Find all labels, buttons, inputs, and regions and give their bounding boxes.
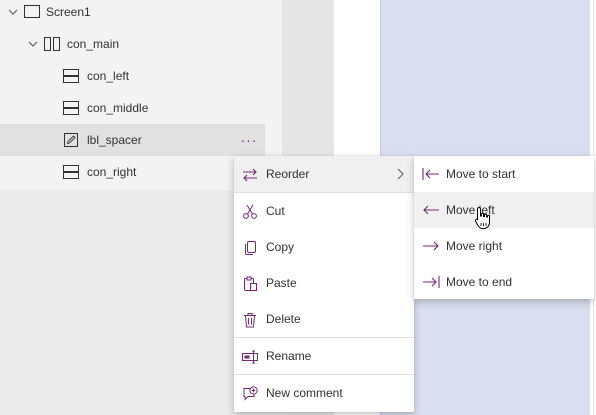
tree-item-screen1[interactable]: Screen1: [0, 0, 282, 28]
submenu-item-label: Move to end: [446, 275, 513, 289]
menu-item-label: Paste: [266, 276, 297, 290]
tree-item-con-middle[interactable]: con_middle: [0, 92, 282, 124]
submenu-item-move-right[interactable]: Move right: [414, 228, 594, 264]
move-left-icon: [423, 205, 439, 215]
reorder-icon: [243, 168, 257, 182]
move-to-end-icon: [423, 276, 440, 288]
submenu-item-label: Move right: [446, 239, 503, 253]
menu-item-paste[interactable]: Paste: [234, 265, 414, 301]
menu-item-new-comment[interactable]: New comment: [234, 375, 414, 411]
menu-item-label: Copy: [266, 240, 295, 254]
reorder-submenu: Move to start Move left Move right Move …: [414, 156, 594, 299]
tree-item-lbl-spacer[interactable]: lbl_spacer: [0, 124, 265, 156]
tree-item-label: lbl_spacer: [87, 133, 142, 147]
menu-item-label: Cut: [266, 204, 285, 218]
move-to-start-icon: [422, 168, 439, 180]
menu-item-label: Delete: [266, 312, 301, 326]
comment-add-icon: [243, 386, 258, 401]
submenu-item-move-to-start[interactable]: Move to start: [414, 156, 594, 192]
tree-item-label: con_right: [87, 165, 137, 179]
tree-item-label: Screen1: [46, 5, 91, 19]
delete-icon: [244, 313, 256, 328]
chevron-down-icon[interactable]: [27, 38, 39, 50]
horizontal-container-icon: [44, 37, 60, 51]
menu-item-reorder[interactable]: Reorder: [234, 156, 414, 192]
hand-cursor-icon: [474, 206, 490, 229]
paste-icon: [244, 276, 257, 291]
tree-item-label: con_left: [87, 69, 130, 83]
vertical-container-icon: [63, 69, 79, 83]
tree-item-con-main[interactable]: con_main: [0, 28, 282, 60]
context-menu: Reorder Cut Copy Paste Delete Rename New…: [234, 156, 414, 412]
submenu-item-move-left[interactable]: Move left: [414, 192, 594, 228]
tree-item-label: con_main: [67, 37, 120, 51]
more-options-button[interactable]: ···: [233, 124, 265, 156]
menu-item-delete[interactable]: Delete: [234, 301, 414, 337]
submenu-item-label: Move to start: [446, 167, 516, 181]
vertical-container-icon: [63, 101, 79, 115]
menu-item-label: Rename: [266, 349, 312, 363]
menu-item-copy[interactable]: Copy: [234, 229, 414, 265]
screen-icon: [24, 5, 40, 18]
chevron-right-icon: [397, 168, 404, 180]
menu-item-rename[interactable]: Rename: [234, 338, 414, 374]
move-right-icon: [423, 241, 439, 251]
menu-item-label: New comment: [266, 386, 343, 400]
cut-icon: [243, 204, 257, 219]
vertical-container-icon: [63, 165, 79, 179]
copy-icon: [245, 241, 256, 255]
tree-item-con-left[interactable]: con_left: [0, 60, 282, 92]
tree-item-label: con_middle: [87, 101, 149, 115]
menu-item-cut[interactable]: Cut: [234, 193, 414, 229]
rename-icon: [242, 350, 258, 364]
submenu-item-move-to-end[interactable]: Move to end: [414, 264, 594, 300]
chevron-down-icon[interactable]: [7, 6, 19, 18]
label-edit-icon: [64, 133, 78, 147]
menu-item-label: Reorder: [266, 167, 310, 181]
